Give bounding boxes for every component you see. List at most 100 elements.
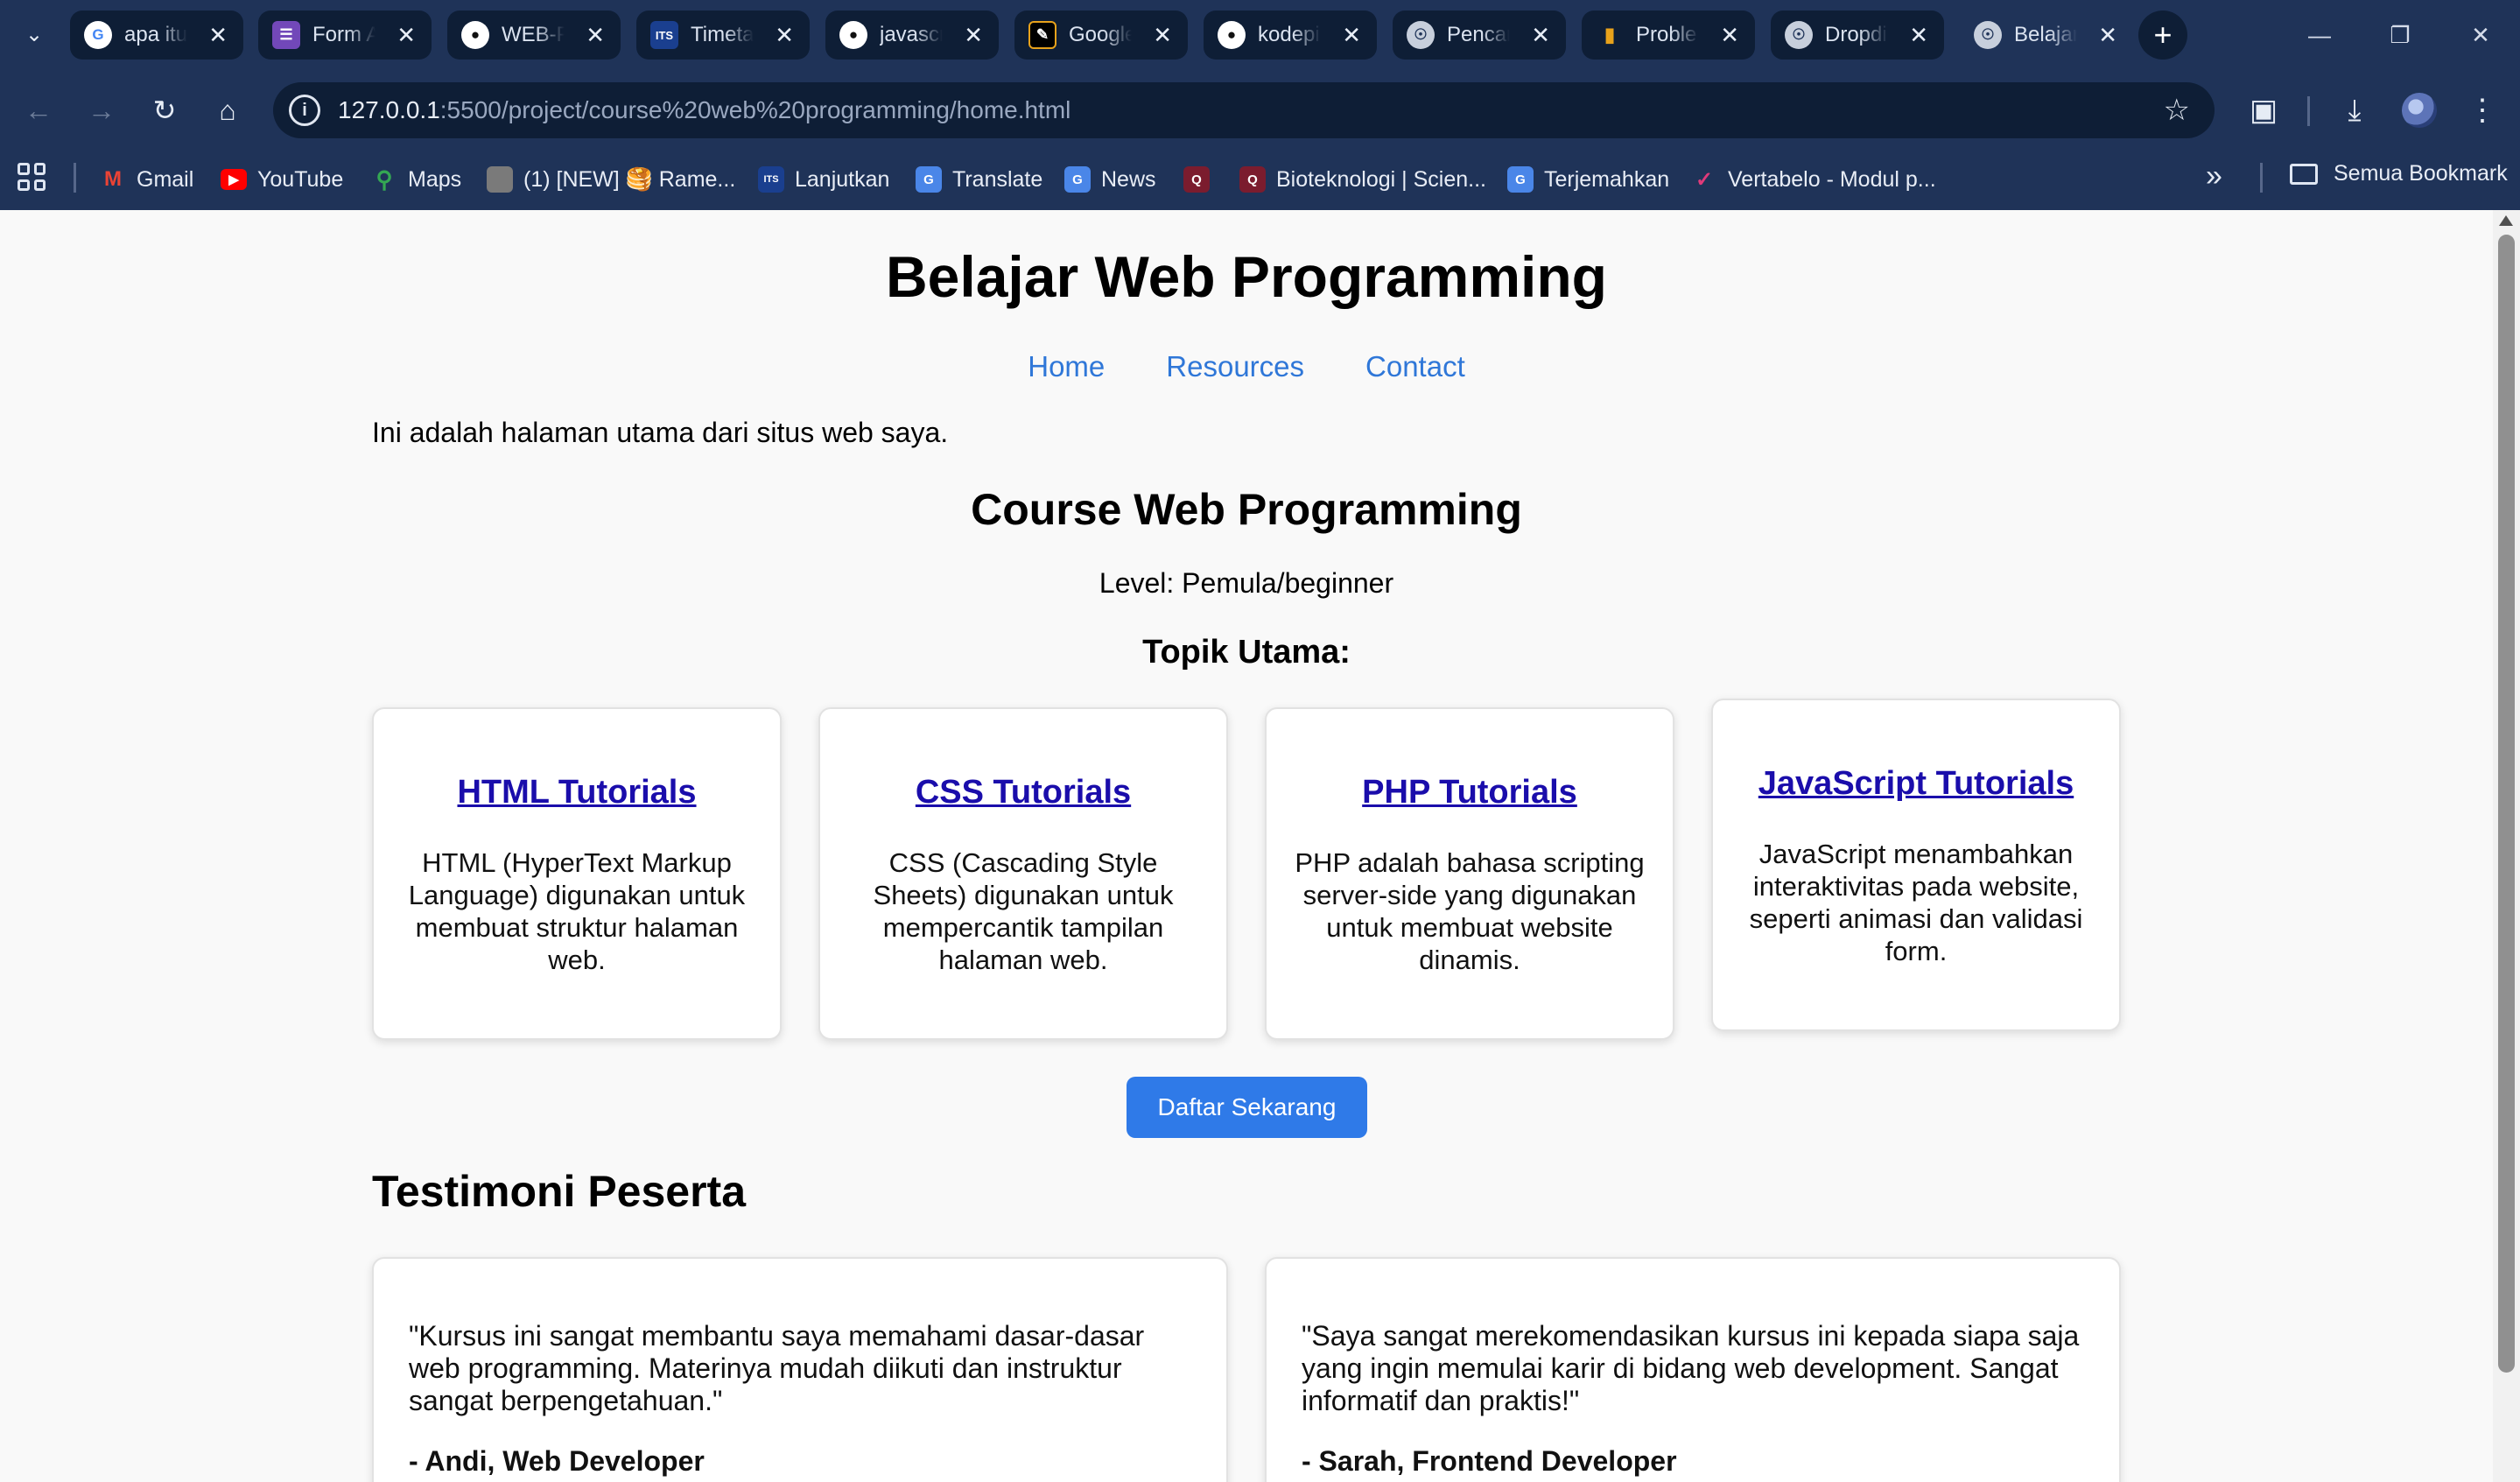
bookmark-news[interactable]: G News	[1064, 161, 1156, 198]
close-tab-icon[interactable]: ✕	[2098, 19, 2117, 51]
bookmark-label: Gmail	[137, 166, 194, 192]
bookmark-quizizz[interactable]: Q	[1183, 161, 1210, 198]
tab-active[interactable]: ☉ Belajar ✕	[1960, 11, 2133, 60]
card-link-php[interactable]: PHP Tutorials	[1267, 774, 1673, 811]
tab[interactable]: G apa itu ✕	[70, 11, 243, 60]
vertical-scrollbar[interactable]	[2493, 210, 2520, 1482]
testimonial-quote: "Saya sangat merekomendasikan kursus ini…	[1302, 1320, 2080, 1416]
tab-title: javascr	[880, 23, 943, 46]
tab[interactable]: ITS Timeta ✕	[636, 11, 810, 60]
bookmark-gmail[interactable]: M Gmail	[100, 161, 193, 198]
card-description: JavaScript menambahkan interaktivitas pa…	[1749, 839, 2083, 966]
close-tab-icon[interactable]: ✕	[1153, 19, 1172, 51]
close-tab-icon[interactable]: ✕	[208, 19, 228, 51]
tab[interactable]: ☉ Dropdi ✕	[1771, 11, 1944, 60]
bookmark-label: Terjemahkan	[1544, 166, 1670, 192]
close-tab-icon[interactable]: ✕	[1909, 19, 1928, 51]
site-nav: Home Resources Contact	[0, 350, 2493, 383]
tab-title: Pencar	[1447, 23, 1510, 46]
extensions-icon[interactable]: ▣	[2243, 88, 2285, 133]
bookmark-label: YouTube	[257, 166, 344, 192]
github-icon: ●	[461, 21, 489, 49]
browser-chrome: ⌄ G apa itu ✕ ☰ Form A ✕ ● WEB-P ✕ ITS T…	[0, 0, 2520, 210]
all-bookmarks-folder[interactable]: Semua Bookmark	[2290, 161, 2508, 186]
google-icon: G	[84, 21, 112, 49]
profile-avatar[interactable]	[2402, 93, 2437, 128]
bookmark-star-icon[interactable]: ☆	[2164, 93, 2190, 128]
restore-icon[interactable]: ❐	[2374, 14, 2426, 56]
close-tab-icon[interactable]: ✕	[1531, 19, 1550, 51]
close-tab-icon[interactable]: ✕	[1720, 19, 1739, 51]
toolbar-divider	[2307, 96, 2310, 126]
bookmark-site[interactable]: (1) [NEW] 🥞 Rame...	[487, 161, 735, 198]
tab-search-icon[interactable]: ⌄	[16, 16, 53, 53]
scrollbar-thumb[interactable]	[2498, 235, 2515, 1373]
tab[interactable]: ● kodepi ✕	[1204, 11, 1377, 60]
classroom-icon: ✎	[1028, 21, 1056, 49]
bookmarks-divider	[74, 163, 76, 193]
close-tab-icon[interactable]: ✕	[775, 19, 794, 51]
bookmark-maps[interactable]: ⚲ Maps	[371, 161, 461, 198]
its-icon: ITS	[650, 21, 678, 49]
testimonial-card: "Kursus ini sangat membantu saya memaham…	[372, 1257, 1228, 1482]
tab[interactable]: ☰ Form A ✕	[258, 11, 432, 60]
tab-title: Google	[1069, 23, 1132, 46]
apps-grid-icon[interactable]	[18, 163, 46, 191]
tab-title: Timeta	[691, 23, 754, 46]
close-tab-icon[interactable]: ✕	[1342, 19, 1361, 51]
url-text[interactable]: 127.0.0.1:5500/project/course%20web%20pr…	[338, 96, 1070, 124]
minimize-icon[interactable]: —	[2293, 14, 2346, 56]
testimonials-heading: Testimoni Peserta	[372, 1167, 747, 1216]
course-level: Level: Pemula/beginner	[1099, 567, 1394, 599]
forward-icon[interactable]: →	[81, 89, 123, 131]
topics-heading: Topik Utama:	[1142, 634, 1351, 671]
card-link-css[interactable]: CSS Tutorials	[820, 774, 1226, 811]
bookmark-translate[interactable]: G Translate	[916, 161, 1042, 198]
github-icon: ●	[1218, 21, 1246, 49]
site-icon	[487, 166, 513, 193]
gmail-icon: M	[104, 167, 122, 191]
bookmark-terjemahkan[interactable]: G Terjemahkan	[1507, 161, 1669, 198]
translate-icon: G	[1507, 166, 1534, 193]
home-icon[interactable]: ⌂	[207, 89, 249, 131]
tab-title: Dropdi	[1825, 23, 1887, 46]
news-icon: G	[1064, 166, 1091, 193]
reload-icon[interactable]: ↻	[144, 89, 186, 131]
topic-card-javascript: JavaScript Tutorials JavaScript menambah…	[1711, 699, 2121, 1031]
vertabelo-icon: ✓	[1695, 167, 1714, 192]
tab[interactable]: ✎ Google ✕	[1014, 11, 1188, 60]
scroll-up-arrow-icon[interactable]	[2499, 215, 2513, 226]
site-info-icon[interactable]: i	[289, 95, 320, 126]
tab[interactable]: ▮ Proble ✕	[1582, 11, 1755, 60]
bookmark-bioteknologi[interactable]: Q Bioteknologi | Scien...	[1239, 161, 1486, 198]
nav-link-home[interactable]: Home	[1028, 350, 1105, 383]
card-link-html[interactable]: HTML Tutorials	[374, 774, 780, 811]
tab[interactable]: ☉ Pencar ✕	[1393, 11, 1566, 60]
nav-link-contact[interactable]: Contact	[1365, 350, 1465, 383]
topic-card-html: HTML Tutorials HTML (HyperText Markup La…	[372, 707, 782, 1040]
new-tab-button[interactable]: +	[2138, 11, 2187, 60]
tab[interactable]: ● WEB-P ✕	[447, 11, 621, 60]
address-bar[interactable]: i 127.0.0.1:5500/project/course%20web%20…	[273, 82, 2215, 138]
nav-link-resources[interactable]: Resources	[1166, 350, 1304, 383]
more-bookmarks-icon[interactable]: »	[2206, 159, 2222, 193]
register-button[interactable]: Daftar Sekarang	[1127, 1077, 1367, 1138]
close-tab-icon[interactable]: ✕	[586, 19, 605, 51]
page-title: Belajar Web Programming	[885, 244, 1607, 309]
bookmarks-divider	[2260, 163, 2263, 193]
back-icon[interactable]: ←	[18, 89, 60, 131]
forms-icon: ☰	[272, 21, 300, 49]
menu-icon[interactable]: ⋮	[2461, 88, 2503, 133]
page-viewport: Belajar Web Programming Home Resources C…	[0, 210, 2493, 1482]
testimonial-quote: "Kursus ini sangat membantu saya memaham…	[409, 1320, 1145, 1416]
bookmark-youtube[interactable]: ▶ YouTube	[221, 161, 343, 198]
bookmark-lanjutkan[interactable]: ITS Lanjutkan	[758, 161, 889, 198]
card-link-javascript[interactable]: JavaScript Tutorials	[1713, 765, 2119, 803]
close-window-icon[interactable]: ✕	[2454, 14, 2507, 56]
tab[interactable]: ● javascr ✕	[825, 11, 999, 60]
bookmark-vertabelo[interactable]: ✓ Vertabelo - Modul p...	[1691, 161, 1936, 198]
close-tab-icon[interactable]: ✕	[964, 19, 983, 51]
close-tab-icon[interactable]: ✕	[397, 19, 416, 51]
testimonial-card: "Saya sangat merekomendasikan kursus ini…	[1265, 1257, 2121, 1482]
download-icon[interactable]: ⤓	[2334, 88, 2376, 133]
